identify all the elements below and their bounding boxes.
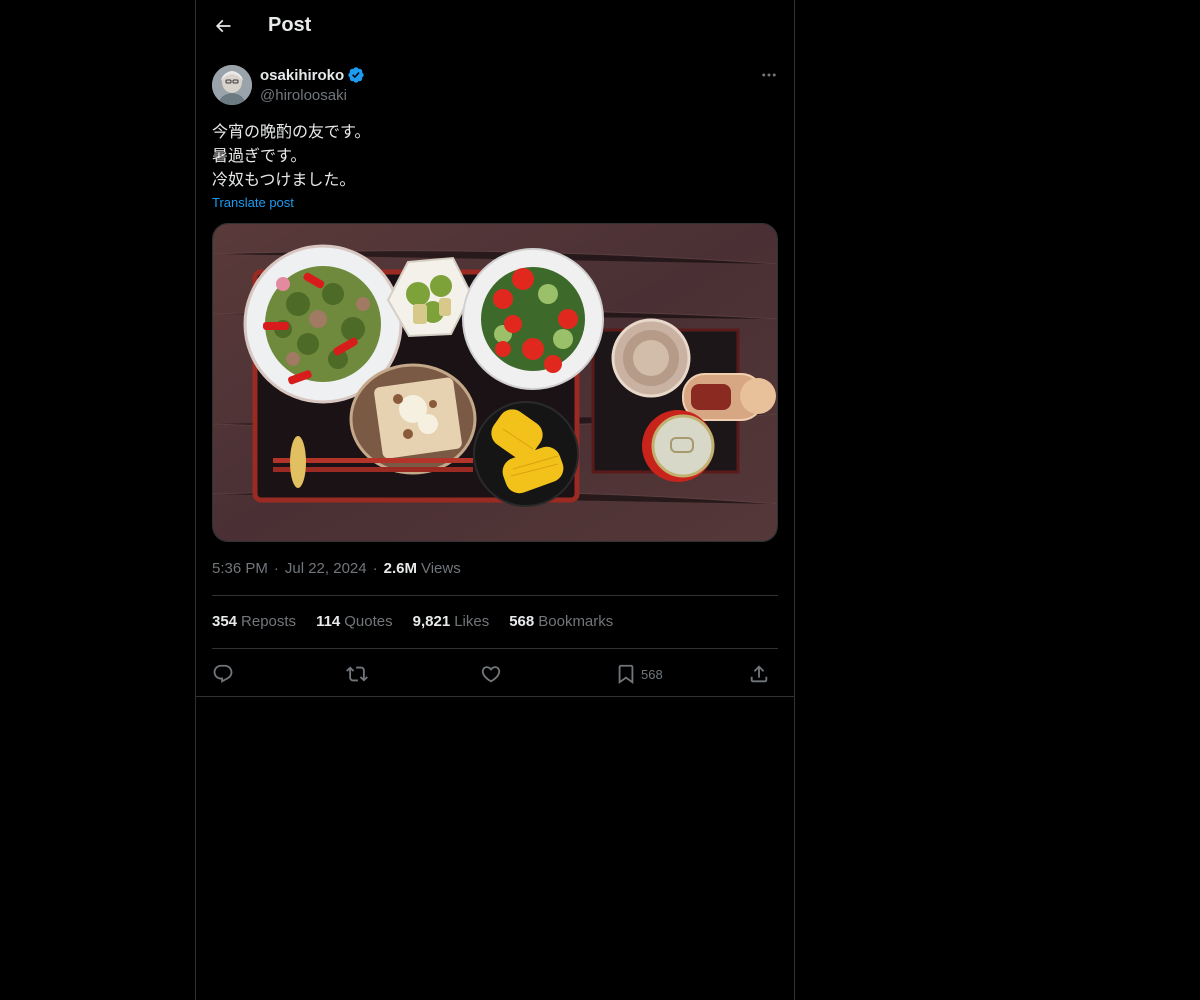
author-display-name[interactable]: osakihiroko (260, 66, 365, 84)
engagement-stats: 354 Reposts 114 Quotes 9,821 Likes 568 Bookm… (212, 613, 633, 630)
post-time[interactable]: 5:36 PM (212, 560, 268, 577)
avatar[interactable] (212, 65, 252, 105)
arrow-left-icon (215, 19, 231, 33)
separator-dot: · (372, 560, 378, 577)
post-image[interactable] (212, 223, 778, 542)
post-text-line: 暑過ぎです。 (212, 146, 307, 165)
reply-button[interactable] (212, 660, 234, 688)
post-text: 今宵の晩酌の友です。 暑過ぎです。 冷奴もつけました。 (212, 120, 370, 192)
like-button[interactable] (480, 660, 502, 688)
post-date[interactable]: Jul 22, 2024 (285, 560, 367, 577)
more-options-button[interactable] (756, 64, 782, 86)
stat-reposts[interactable]: 354 Reposts (212, 613, 296, 630)
divider (196, 696, 794, 697)
stat-count: 9,821 (412, 613, 451, 630)
divider (212, 648, 778, 649)
bookmark-icon (618, 664, 634, 685)
stat-label: Quotes (344, 613, 393, 630)
post-text-line: 今宵の晩酌の友です。 (212, 122, 371, 141)
post-text-line: 冷奴もつけました。 (212, 170, 356, 189)
stat-label: Likes (454, 613, 490, 630)
stat-quotes[interactable]: 114 Quotes (316, 613, 393, 630)
post-column: Post osakihiroko @hiroloosaki 今宵の晩酌の友です。… (195, 0, 795, 1000)
back-button[interactable] (208, 11, 238, 41)
stat-label: Reposts (241, 613, 297, 630)
action-bar: 568 (212, 660, 778, 688)
more-horizontal-icon (762, 73, 776, 77)
repost-button[interactable] (346, 660, 368, 688)
separator-dot: · (273, 560, 279, 577)
post-meta: 5:36 PM · Jul 22, 2024 · 2.6M Views (212, 560, 461, 577)
views-count: 2.6M (383, 560, 417, 577)
bookmark-button[interactable]: 568 (615, 660, 663, 688)
verified-badge-icon (347, 66, 365, 84)
share-button[interactable] (748, 660, 770, 688)
stat-count: 354 (212, 613, 238, 630)
post-header: Post (196, 0, 794, 53)
translate-post-link[interactable]: Translate post (212, 195, 294, 210)
stat-label: Bookmarks (538, 613, 614, 630)
repost-icon (346, 666, 368, 682)
views-label: Views (420, 560, 461, 577)
author-handle[interactable]: @hiroloosaki (260, 87, 347, 104)
reply-icon (213, 664, 233, 683)
bookmark-count: 568 (641, 666, 663, 682)
divider (212, 595, 778, 596)
stat-bookmarks[interactable]: 568 Bookmarks (509, 613, 613, 630)
display-name-text: osakihiroko (260, 66, 345, 84)
page-title: Post (268, 14, 312, 36)
stat-count: 568 (509, 613, 535, 630)
stat-likes[interactable]: 9,821 Likes (413, 613, 490, 630)
share-icon (750, 665, 768, 683)
heart-icon (481, 666, 501, 683)
stat-count: 114 (316, 613, 341, 630)
